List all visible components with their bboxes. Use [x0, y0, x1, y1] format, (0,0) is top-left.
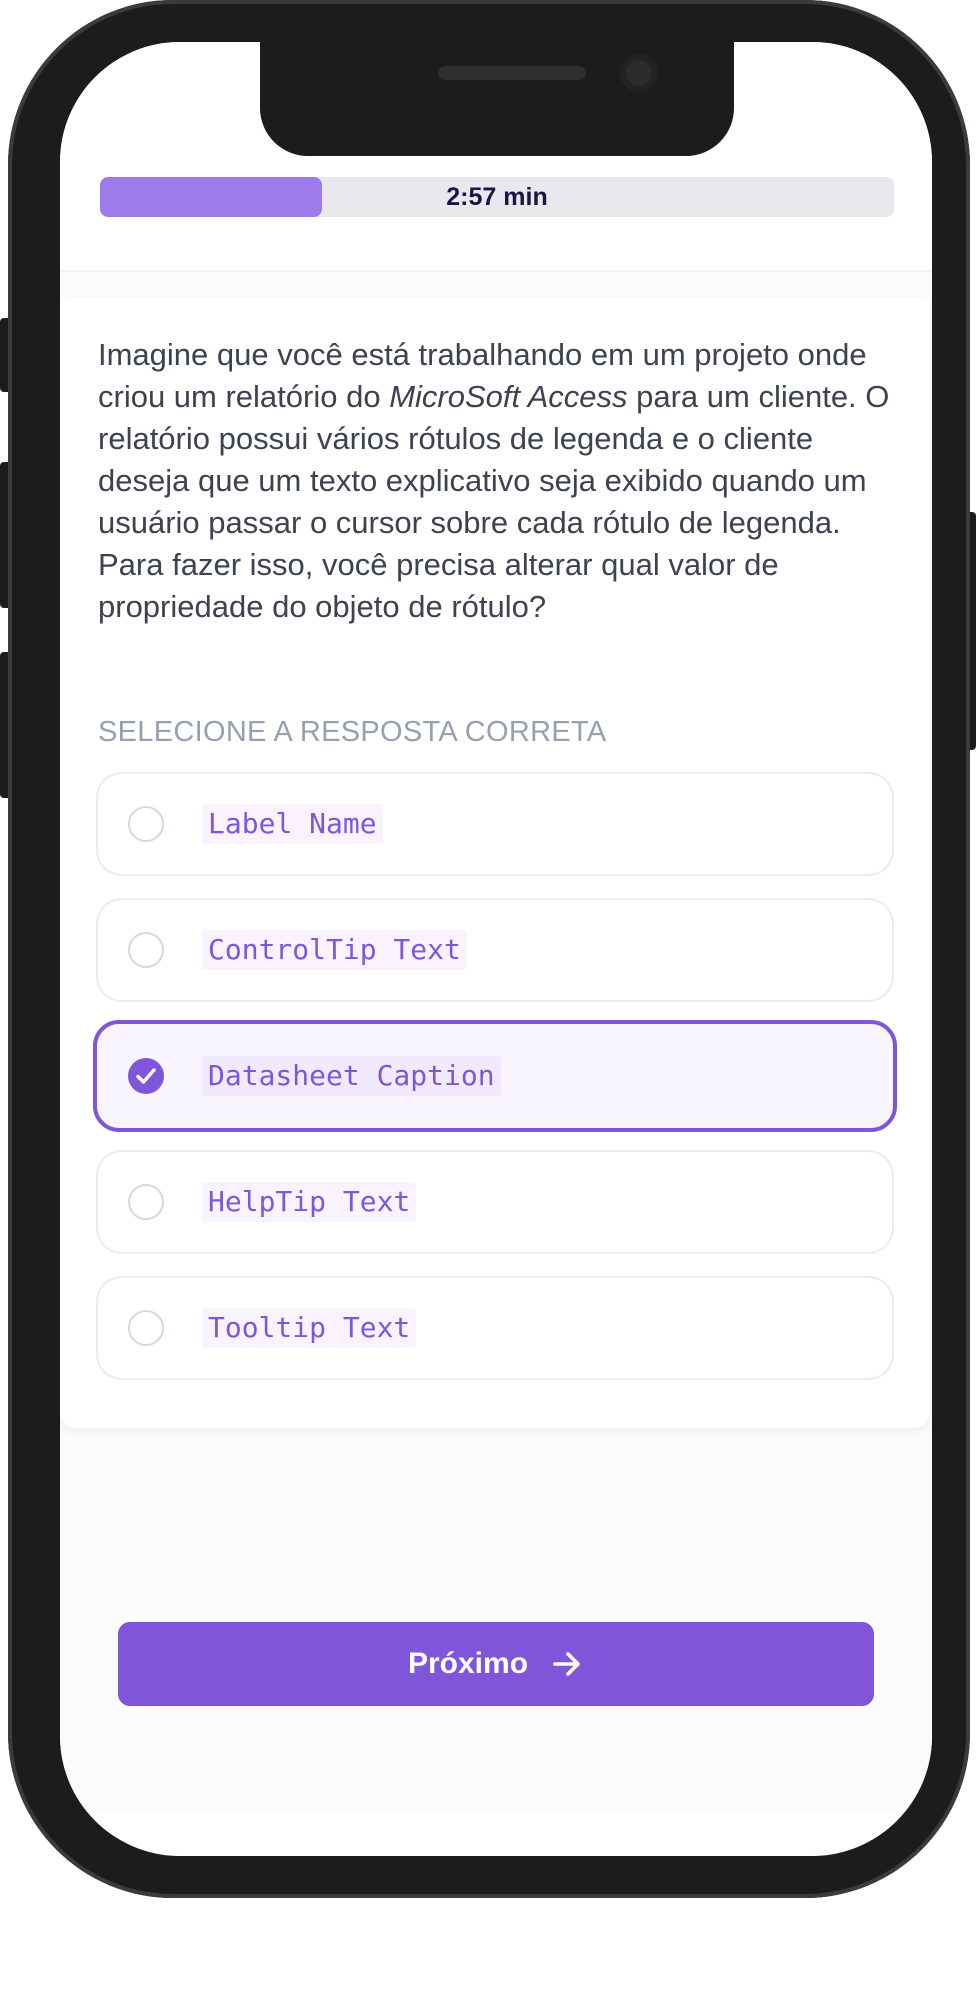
front-camera-icon	[620, 54, 658, 92]
answer-option-label: HelpTip Text	[202, 1182, 417, 1222]
phone-notch	[260, 42, 734, 156]
answer-option-label: Label Name	[202, 804, 383, 844]
answer-options: Label Name ControlTip Text Datasheet Cap…	[93, 772, 897, 1402]
next-button[interactable]: Próximo	[118, 1622, 874, 1706]
answer-option-tooltip-text[interactable]: Tooltip Text	[96, 1276, 894, 1380]
answers-heading: SELECIONE A RESPOSTA CORRETA	[98, 716, 607, 748]
answer-option-label: ControlTip Text	[202, 930, 467, 970]
arrow-right-icon	[553, 1652, 580, 1676]
question-card: Imagine que você está trabalhando em um …	[60, 298, 930, 1428]
radio-unchecked-icon[interactable]	[128, 806, 164, 842]
timer-progress-bar: 2:57 min	[100, 177, 894, 217]
radio-unchecked-icon[interactable]	[128, 1310, 164, 1346]
next-button-label: Próximo	[407, 1647, 529, 1680]
answer-option-datasheet-caption[interactable]: Datasheet Caption	[93, 1020, 897, 1132]
question-emphasis: MicroSoft Access	[389, 379, 628, 414]
answer-option-label: Datasheet Caption	[202, 1056, 501, 1096]
answer-option-label: Tooltip Text	[202, 1308, 417, 1348]
phone-frame: 2:57 min Imagine que você está trabalhan…	[8, 0, 970, 1898]
answer-option-label-name[interactable]: Label Name	[96, 772, 894, 876]
phone-screen: 2:57 min Imagine que você está trabalhan…	[60, 42, 932, 1856]
radio-unchecked-icon[interactable]	[128, 932, 164, 968]
question-text: Imagine que você está trabalhando em um …	[98, 334, 898, 628]
radio-unchecked-icon[interactable]	[128, 1184, 164, 1220]
timer-label: 2:57 min	[446, 183, 548, 211]
answer-option-controltip-text[interactable]: ControlTip Text	[96, 898, 894, 1002]
speaker-grille	[438, 66, 586, 80]
question-text-end: para um cliente. O relatório possui vári…	[98, 379, 890, 624]
radio-checked-icon[interactable]	[128, 1058, 164, 1094]
answer-option-helptip-text[interactable]: HelpTip Text	[96, 1150, 894, 1254]
